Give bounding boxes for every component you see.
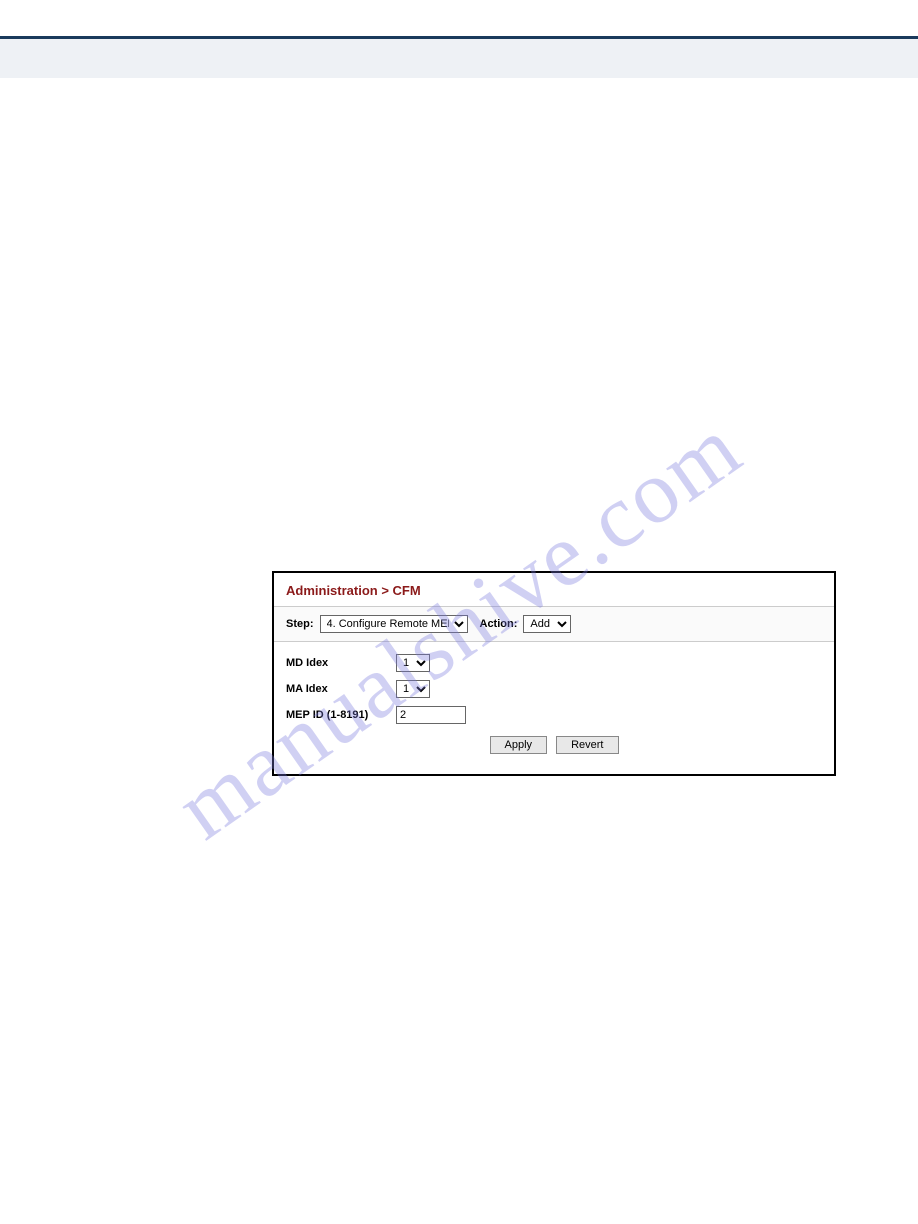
cfm-panel: Administration > CFM Step: 4. Configure … bbox=[272, 571, 836, 776]
ma-index-select[interactable]: 1 bbox=[396, 680, 430, 698]
step-label: Step: bbox=[286, 618, 314, 630]
mep-id-label: MEP ID (1-8191) bbox=[286, 709, 396, 721]
header-bar bbox=[0, 36, 918, 78]
md-index-row: MD Idex 1 bbox=[286, 654, 822, 672]
apply-button[interactable]: Apply bbox=[490, 736, 548, 754]
mep-id-row: MEP ID (1-8191) bbox=[286, 706, 822, 724]
ma-index-row: MA Idex 1 bbox=[286, 680, 822, 698]
step-select[interactable]: 4. Configure Remote MEP bbox=[320, 615, 468, 633]
mep-id-input[interactable] bbox=[396, 706, 466, 724]
button-row: Apply Revert bbox=[286, 732, 822, 764]
md-index-select[interactable]: 1 bbox=[396, 654, 430, 672]
step-row: Step: 4. Configure Remote MEP Action: Ad… bbox=[274, 607, 834, 642]
ma-index-label: MA Idex bbox=[286, 683, 396, 695]
action-select[interactable]: Add bbox=[523, 615, 571, 633]
panel-title: Administration > CFM bbox=[274, 573, 834, 607]
revert-button[interactable]: Revert bbox=[556, 736, 618, 754]
md-index-label: MD Idex bbox=[286, 657, 396, 669]
form-area: MD Idex 1 MA Idex 1 MEP ID (1-8191) Appl… bbox=[274, 642, 834, 774]
action-label: Action: bbox=[480, 618, 518, 630]
